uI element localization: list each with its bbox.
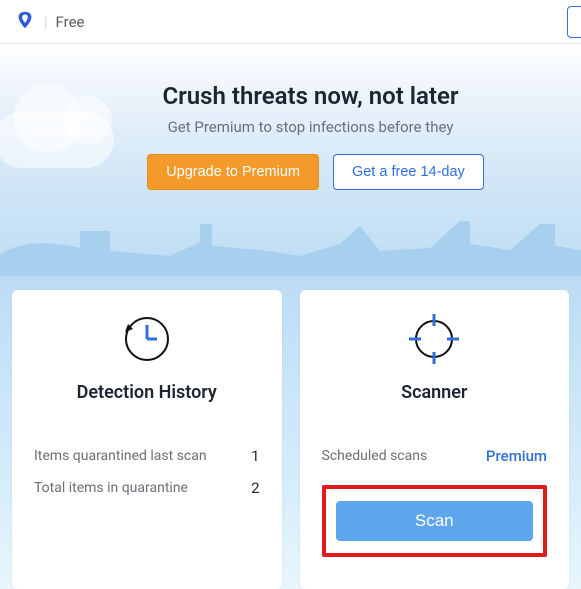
detection-history-title: Detection History	[34, 382, 260, 403]
hero-cta-row: Upgrade to Premium Get a free 14-day	[40, 154, 581, 190]
premium-link[interactable]: Premium	[486, 447, 547, 465]
malwarebytes-logo-icon	[14, 9, 36, 35]
skyline-decoration	[0, 206, 581, 276]
scan-button[interactable]: Scan	[336, 501, 534, 541]
stat-row-scheduled-scans: Scheduled scans Premium	[322, 447, 548, 465]
stat-label: Items quarantined last scan	[34, 448, 207, 464]
free-trial-button[interactable]: Get a free 14-day	[333, 154, 484, 190]
hero-banner: Crush threats now, not later Get Premium…	[0, 44, 581, 276]
hero-subtitle: Get Premium to stop infections before th…	[40, 118, 581, 136]
hero-content: Crush threats now, not later Get Premium…	[0, 44, 581, 190]
tier-label: Free	[56, 13, 85, 31]
stat-label: Total items in quarantine	[34, 480, 188, 496]
scanner-title: Scanner	[322, 382, 548, 403]
hero-title: Crush threats now, not later	[40, 82, 581, 110]
history-stats: Items quarantined last scan 1 Total item…	[34, 447, 260, 497]
app-header: | Free	[0, 0, 581, 44]
stat-value: 1	[251, 447, 259, 465]
logo-wrap: | Free	[14, 9, 85, 35]
history-icon-wrap	[34, 312, 260, 370]
stat-row-last-scan: Items quarantined last scan 1	[34, 447, 260, 465]
detection-history-card[interactable]: Detection History Items quarantined last…	[12, 290, 282, 589]
stat-value: 2	[251, 479, 259, 497]
upgrade-premium-button[interactable]: Upgrade to Premium	[147, 154, 319, 190]
stat-label: Scheduled scans	[322, 448, 428, 464]
scanner-icon-wrap	[322, 312, 548, 370]
header-button-fragment[interactable]	[567, 6, 581, 38]
history-clock-icon	[122, 314, 172, 368]
scan-highlight-box: Scan	[322, 485, 548, 557]
logo-divider: |	[44, 12, 48, 31]
scanner-stats: Scheduled scans Premium	[322, 447, 548, 465]
scanner-card[interactable]: Scanner Scheduled scans Premium Scan	[300, 290, 570, 589]
crosshair-icon	[407, 312, 461, 370]
stat-row-total-quarantine: Total items in quarantine 2	[34, 479, 260, 497]
cards-area: Detection History Items quarantined last…	[0, 276, 581, 589]
